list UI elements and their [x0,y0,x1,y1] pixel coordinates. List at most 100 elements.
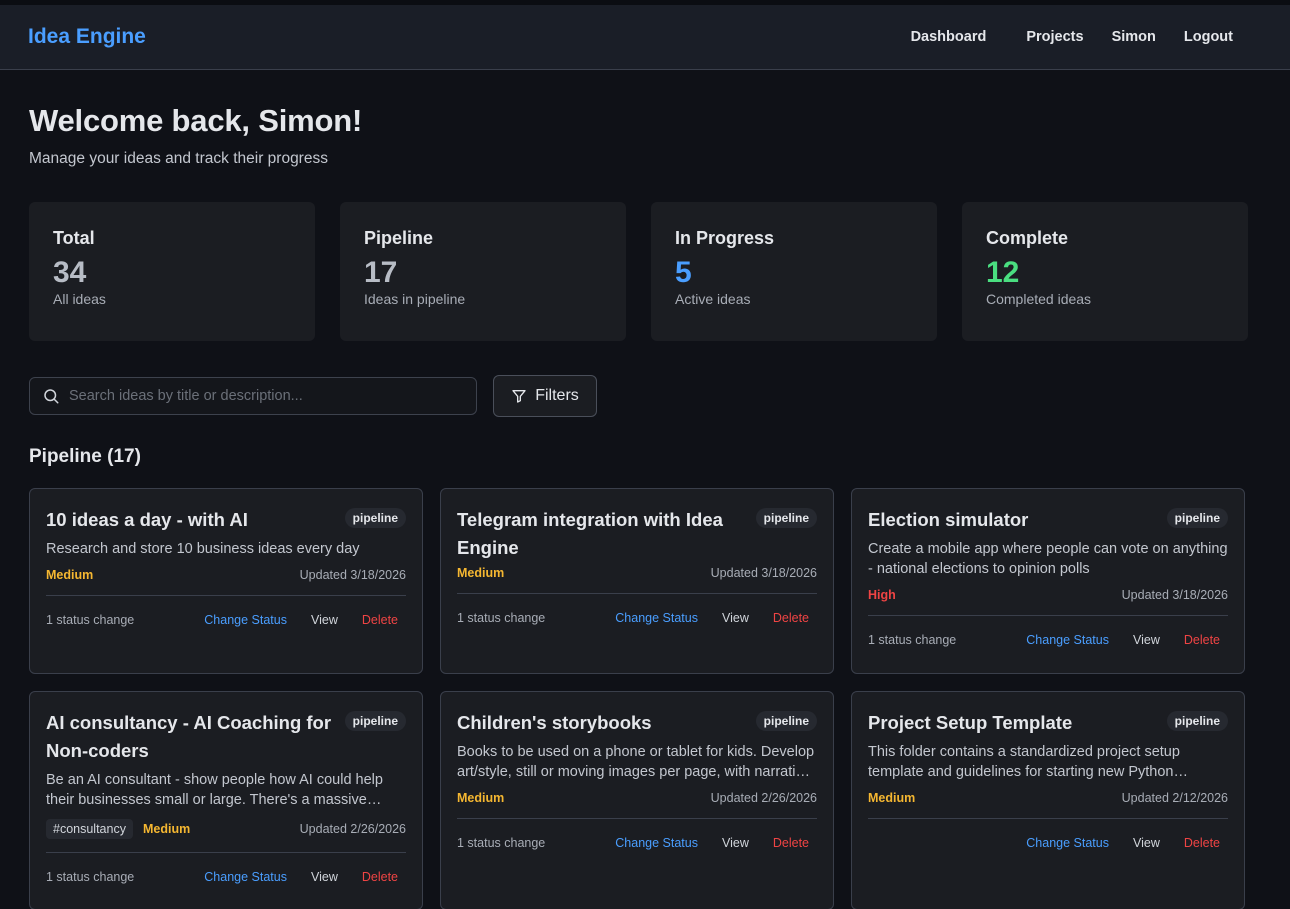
idea-description: Research and store 10 business ideas eve… [46,541,360,557]
delete-button[interactable]: Delete [1184,633,1220,647]
idea-title[interactable]: 10 ideas a day - with AI [46,506,248,534]
idea-description: Be an AI consultant - show people how AI… [46,772,383,808]
stat-title: Pipeline [364,228,434,248]
idea-title[interactable]: AI consultancy - AI Coaching for Non-cod… [46,709,345,765]
stats-row: Total 34 All ideas Pipeline 17 Ideas in … [29,202,1261,341]
idea-card[interactable]: Telegram integration with Idea Engine pi… [440,488,834,674]
view-button[interactable]: View [311,870,338,884]
app-logo[interactable]: Idea Engine [28,25,146,49]
nav-links: Dashboard Projects Simon Logout [911,29,1233,45]
updated-date: Updated 2/12/2026 [1121,791,1228,805]
search-icon [44,389,59,404]
idea-title[interactable]: Children's storybooks [457,709,652,737]
filter-icon [512,390,526,403]
view-button[interactable]: View [722,611,749,625]
card-divider [457,593,817,594]
card-divider [457,818,817,819]
status-badge: pipeline [755,508,817,528]
card-divider [46,852,406,853]
change-status-button[interactable]: Change Status [615,611,698,625]
stat-card-in-progress: In Progress 5 Active ideas [651,202,937,341]
stat-value: 5 [675,256,692,289]
priority-label: High [868,588,896,602]
stat-title: In Progress [675,228,775,248]
change-status-button[interactable]: Change Status [204,613,287,627]
main-content: Welcome back, Simon! Manage your ideas a… [0,103,1290,909]
idea-card[interactable]: Election simulator pipeline Create a mob… [851,488,1245,674]
card-divider [868,615,1228,616]
stat-subtitle: Completed ideas [986,290,1092,307]
idea-title[interactable]: Project Setup Template [868,709,1072,737]
delete-button[interactable]: Delete [362,870,398,884]
view-button[interactable]: View [1133,836,1160,850]
status-change-count: 1 status change [457,611,546,625]
change-status-button[interactable]: Change Status [1026,633,1109,647]
view-button[interactable]: View [722,836,749,850]
stat-subtitle: Ideas in pipeline [364,290,466,307]
page-subtitle: Manage your ideas and track their progre… [29,150,328,167]
status-change-count: 1 status change [457,836,546,850]
idea-cards-grid: 10 ideas a day - with AI pipeline Resear… [29,488,1261,909]
delete-button[interactable]: Delete [773,611,809,625]
idea-tag[interactable]: #consultancy [46,819,133,839]
nav-projects-link[interactable]: Projects [1026,29,1083,45]
status-badge: pipeline [1166,711,1228,731]
priority-label: Medium [457,791,505,805]
change-status-button[interactable]: Change Status [204,870,287,884]
change-status-button[interactable]: Change Status [1026,836,1109,850]
filters-label: Filters [535,387,579,404]
card-divider [46,595,406,596]
stat-subtitle: All ideas [53,290,106,307]
stat-title: Total [53,228,95,248]
idea-title[interactable]: Election simulator [868,506,1028,534]
status-change-count: 1 status change [46,870,135,884]
priority-label: Medium [46,568,94,582]
idea-description: Books to be used on a phone or tablet fo… [457,744,815,780]
card-divider [868,818,1228,819]
status-badge: pipeline [344,508,406,528]
idea-card[interactable]: Children's storybooks pipeline Books to … [440,691,834,909]
view-button[interactable]: View [1133,633,1160,647]
view-button[interactable]: View [311,613,338,627]
updated-date: Updated 2/26/2026 [299,822,406,836]
updated-date: Updated 3/18/2026 [299,568,406,582]
status-badge: pipeline [755,711,817,731]
idea-card[interactable]: 10 ideas a day - with AI pipeline Resear… [29,488,423,674]
stat-value: 17 [364,256,398,289]
delete-button[interactable]: Delete [362,613,398,627]
idea-description: Create a mobile app where people can vot… [868,541,1228,577]
nav-logout-link[interactable]: Logout [1184,29,1233,45]
nav-dashboard-link[interactable]: Dashboard [911,29,987,45]
search-box [29,377,477,415]
idea-card[interactable]: Project Setup Template pipeline This fol… [851,691,1245,909]
delete-button[interactable]: Delete [773,836,809,850]
status-badge: pipeline [1166,508,1228,528]
top-navbar: Idea Engine Dashboard Projects Simon Log… [0,5,1290,70]
priority-label: Medium [457,566,505,580]
updated-date: Updated 3/18/2026 [710,566,817,580]
stat-card-pipeline: Pipeline 17 Ideas in pipeline [340,202,626,341]
delete-button[interactable]: Delete [1184,836,1220,850]
idea-card[interactable]: AI consultancy - AI Coaching for Non-cod… [29,691,423,909]
priority-label: Medium [868,791,916,805]
status-change-count: 1 status change [868,633,957,647]
stat-subtitle: Active ideas [675,290,751,307]
status-badge: pipeline [344,711,406,731]
filters-button[interactable]: Filters [493,375,597,417]
page-title: Welcome back, Simon! [29,103,363,138]
stat-value: 12 [986,256,1020,289]
search-input[interactable] [69,388,464,404]
idea-title[interactable]: Telegram integration with Idea Engine [457,506,756,562]
search-filter-row: Filters [29,375,1261,417]
section-title: Pipeline (17) [29,446,141,467]
change-status-button[interactable]: Change Status [615,836,698,850]
status-change-count: 1 status change [46,613,135,627]
idea-description: This folder contains a standardized proj… [868,744,1180,780]
nav-user-link[interactable]: Simon [1112,29,1156,45]
stat-value: 34 [53,256,87,289]
updated-date: Updated 2/26/2026 [710,791,817,805]
stat-title: Complete [986,228,1069,248]
stat-card-total: Total 34 All ideas [29,202,315,341]
updated-date: Updated 3/18/2026 [1121,588,1228,602]
stat-card-complete: Complete 12 Completed ideas [962,202,1248,341]
